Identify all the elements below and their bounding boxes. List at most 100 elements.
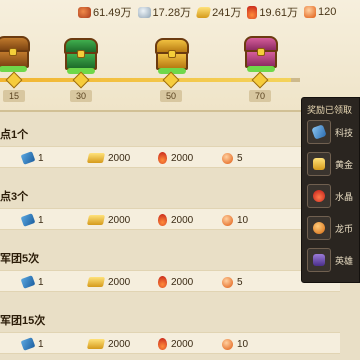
- milestone-label: 70: [249, 90, 271, 102]
- popup-item: 龙币: [307, 214, 360, 242]
- reward-value: 2000: [108, 338, 131, 350]
- reward-orb: 10: [222, 209, 248, 231]
- reward-value: 2000: [108, 152, 131, 164]
- gold-icon: [86, 153, 106, 163]
- task-item: 点1个 1 2000 2000 5: [0, 128, 340, 168]
- reward-row: 1 2000 2000 5: [0, 270, 340, 292]
- task-title: 点3个: [0, 191, 29, 203]
- reward-value: 2000: [108, 276, 131, 288]
- task-title: 军团15次: [0, 315, 46, 327]
- popup-item: 黄金: [307, 150, 360, 178]
- coin-icon: [222, 152, 233, 164]
- task-item: 军团5次 1 2000 2000 5: [0, 252, 340, 292]
- milestone-chest-70[interactable]: [242, 36, 280, 72]
- popup-item-label: 水晶: [335, 191, 354, 202]
- reward-tech: 1: [20, 209, 44, 231]
- reward-claimed-popup: 奖励已领取 科技 黄金 水晶 龙币 英雄: [301, 97, 360, 283]
- reward-crystal: 2000: [158, 209, 193, 231]
- popup-item: 水晶: [307, 182, 360, 210]
- tech-scroll-icon: [20, 337, 36, 351]
- reward-orb: 5: [222, 271, 243, 293]
- reward-row: 1 2000 2000 5: [0, 146, 340, 168]
- gold-icon: [86, 339, 106, 349]
- stone-icon: [137, 6, 151, 18]
- resource-stone: 17.28万: [137, 4, 192, 20]
- tech-scroll-icon: [20, 213, 36, 227]
- reward-crystal: 2000: [158, 271, 193, 293]
- coin-icon: [222, 214, 233, 226]
- flame-crystal-icon: [247, 5, 258, 19]
- reward-value: 2000: [171, 338, 194, 350]
- reward-crystal: 2000: [158, 147, 193, 169]
- milestone-chest-15[interactable]: [0, 36, 32, 72]
- resource-crystal-value: 19.61万: [259, 7, 298, 19]
- reward-row: 1 2000 2000 10: [0, 208, 340, 230]
- tech-scroll-icon: [307, 120, 331, 144]
- crystal-icon: [158, 214, 167, 226]
- reward-orb: 10: [222, 333, 248, 355]
- task-title: 点1个: [0, 129, 29, 141]
- milestone-label: 50: [160, 90, 182, 102]
- resource-orb: 120: [303, 6, 337, 18]
- reward-value: 2000: [171, 276, 194, 288]
- reward-tech: 1: [20, 271, 44, 293]
- resource-gold-value: 241万: [212, 7, 242, 19]
- gold-icon: [86, 215, 106, 225]
- task-item: 军团15次 1 2000 2000 10: [0, 314, 340, 354]
- popup-item-label: 龙币: [335, 223, 354, 234]
- milestone-marker: [251, 71, 269, 89]
- reward-value: 2000: [171, 152, 194, 164]
- resource-crystal: 19.61万: [247, 4, 298, 20]
- tech-scroll-icon: [20, 151, 36, 165]
- hero-icon: [307, 248, 331, 272]
- reward-orb: 5: [222, 147, 243, 169]
- reward-gold: 2000: [86, 333, 131, 355]
- reward-gold: 2000: [86, 147, 131, 169]
- coin-icon: [307, 216, 331, 240]
- popup-title: 奖励已领取: [307, 105, 353, 115]
- resource-stone-value: 17.28万: [152, 7, 192, 19]
- reward-gold: 2000: [86, 271, 131, 293]
- reward-value: 1: [38, 276, 44, 288]
- meat-icon: [78, 6, 91, 18]
- milestone-label: 30: [70, 90, 92, 102]
- popup-item: 科技: [307, 118, 360, 146]
- gold-bar-icon: [195, 6, 212, 18]
- reward-value: 10: [237, 214, 249, 226]
- reward-tech: 1: [20, 147, 44, 169]
- milestone-marker: [5, 71, 23, 89]
- coin-icon: [222, 276, 233, 288]
- reward-value: 1: [38, 338, 44, 350]
- reward-tech: 1: [20, 333, 44, 355]
- task-item: 点3个 1 2000 2000 10: [0, 190, 340, 230]
- crystal-icon: [307, 184, 331, 208]
- reward-value: 5: [237, 152, 243, 164]
- milestone-marker: [162, 71, 180, 89]
- coin-icon: [222, 338, 233, 350]
- milestone-label: 15: [3, 90, 25, 102]
- task-title: 军团5次: [0, 253, 40, 265]
- reward-value: 1: [38, 152, 44, 164]
- orb-coin-icon: [303, 6, 316, 18]
- popup-item-label: 英雄: [335, 255, 354, 266]
- reward-value: 5: [237, 276, 243, 288]
- reward-value: 2000: [108, 214, 131, 226]
- resource-orb-value: 120: [317, 6, 337, 18]
- progress-fill: [0, 78, 291, 82]
- reward-value: 1: [38, 214, 44, 226]
- milestone-chest-30[interactable]: [62, 38, 100, 74]
- tech-scroll-icon: [20, 275, 36, 289]
- reward-row: 1 2000 2000 10: [0, 332, 340, 354]
- resource-gold: 241万: [195, 4, 242, 20]
- popup-item: 英雄: [307, 246, 360, 274]
- gold-icon: [86, 277, 106, 287]
- resource-meat-value: 61.49万: [93, 7, 132, 19]
- reward-value: 2000: [171, 214, 194, 226]
- milestone-chest-50[interactable]: [153, 38, 191, 74]
- reward-value: 10: [237, 338, 249, 350]
- popup-item-label: 黄金: [335, 159, 354, 170]
- resource-meat: 61.49万: [78, 4, 132, 20]
- crystal-icon: [158, 338, 167, 350]
- popup-item-label: 科技: [335, 127, 354, 138]
- resource-bar: 61.49万 17.28万 241万 19.61万 120: [78, 3, 360, 21]
